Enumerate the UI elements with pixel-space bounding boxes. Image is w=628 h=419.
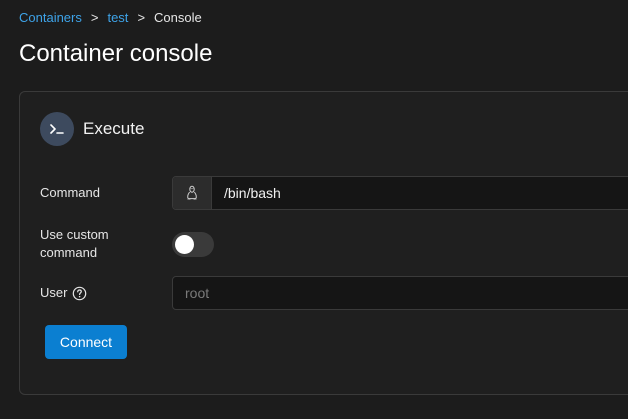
breadcrumb: Containers > test > Console [19,10,202,25]
breadcrumb-separator: > [137,10,146,25]
execute-card: Execute Command Use custom command [19,91,628,395]
page-title: Container console [19,40,213,67]
custom-command-toggle[interactable] [172,232,214,257]
user-label: User [40,285,68,300]
command-label: Command [40,185,100,200]
breadcrumb-link-test[interactable]: test [107,10,128,25]
custom-command-label-line1: Use custom [40,227,109,242]
container-console-page: Containers > test > Console Container co… [0,0,628,419]
terminal-icon [40,112,74,146]
connect-button[interactable]: Connect [45,325,127,359]
card-title: Execute [83,119,145,138]
custom-command-label-line2: command [40,245,98,260]
card-header: Execute [40,112,144,146]
linux-icon [173,177,212,209]
breadcrumb-link-containers[interactable]: Containers [19,10,82,25]
toggle-knob [175,235,194,254]
user-label-group: User [40,284,87,302]
custom-command-label: Use custom command [40,226,109,262]
user-input[interactable] [172,276,628,310]
question-circle-icon[interactable] [72,286,87,301]
breadcrumb-current: Console [154,10,202,25]
breadcrumb-separator: > [90,10,99,25]
command-field [172,176,628,210]
command-input[interactable] [212,177,628,209]
